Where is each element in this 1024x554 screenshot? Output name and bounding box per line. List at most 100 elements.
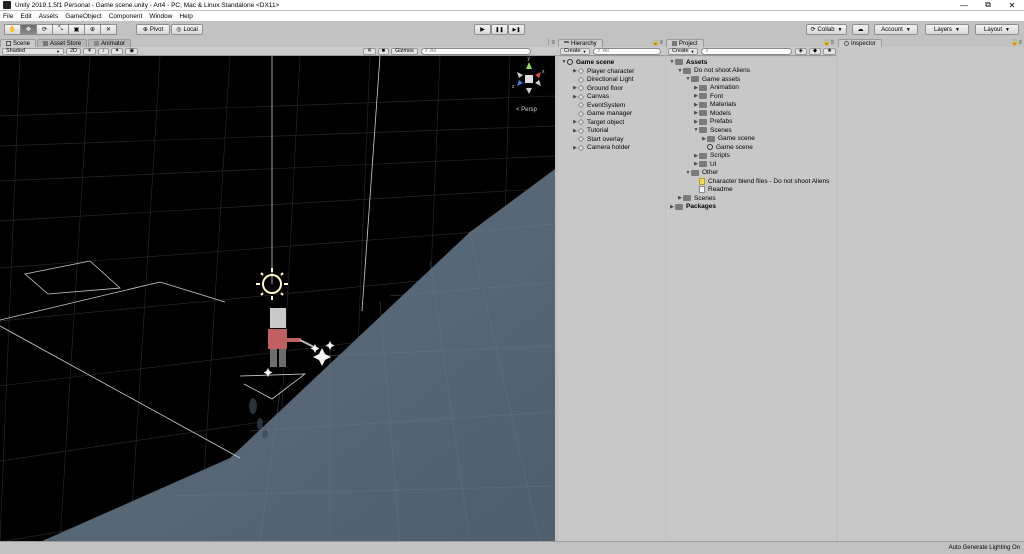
hierarchy-create-dropdown[interactable]: Create ▼ — [560, 47, 591, 55]
menu-gameobject[interactable]: GameObject — [65, 13, 102, 20]
menu-assets[interactable]: Assets — [39, 13, 59, 20]
cloud-button[interactable]: ☁ — [852, 24, 869, 35]
hierarchy-item[interactable]: EventSystem — [572, 101, 625, 109]
project-tree-item[interactable]: ▶ UI — [693, 160, 716, 168]
project-tree-item[interactable]: ▶ Scripts — [693, 152, 730, 160]
tab-asset-store[interactable]: Asset Store — [37, 39, 88, 47]
project-tree-item[interactable]: ▶ Models — [693, 109, 731, 117]
close-button[interactable]: ✕ — [1000, 0, 1024, 10]
menu-file[interactable]: File — [3, 13, 13, 20]
layers-dropdown[interactable]: Layers ▼ — [925, 24, 969, 35]
collab-dropdown[interactable]: ⟳ Collab ▼ — [806, 24, 847, 35]
blend-file-icon — [699, 177, 705, 185]
gizmos-dropdown[interactable]: Gizmos — [391, 47, 418, 55]
project-tree-item[interactable]: ▼ Other — [685, 169, 719, 177]
tab-hierarchy[interactable]: Hierarchy — [558, 39, 603, 47]
scene-orientation-gizmo[interactable]: y x z < Persp — [512, 56, 545, 113]
project-search-input[interactable]: ⌕ — [701, 47, 792, 55]
project-create-dropdown[interactable]: Create ▼ — [668, 47, 699, 55]
hierarchy-item[interactable]: ▶ Ground floor — [572, 84, 623, 92]
tab-scene[interactable]: Scene — [0, 39, 37, 47]
step-button[interactable]: ▶❚ — [508, 24, 525, 35]
menu-help[interactable]: Help — [179, 13, 192, 20]
hierarchy-item[interactable]: ▶ Target object — [572, 118, 624, 126]
camera-settings-button[interactable]: ■ — [377, 47, 390, 55]
scale-tool-button[interactable]: ⤡ — [52, 24, 69, 35]
hierarchy-item[interactable]: ▶ Canvas — [572, 93, 609, 101]
hierarchy-item[interactable]: Directional Light — [572, 76, 634, 84]
audio-toggle[interactable]: ♪ — [97, 47, 109, 55]
menu-edit[interactable]: Edit — [20, 13, 31, 20]
rect-tool-button[interactable]: ▣ — [68, 24, 85, 35]
project-tree-item[interactable]: ▼ Game assets — [685, 75, 741, 83]
minimize-button[interactable]: — — [952, 0, 976, 10]
hierarchy-item-label: Target object — [587, 118, 625, 126]
chevron-down-icon: ▼ — [955, 26, 960, 33]
project-tree-item[interactable]: ▼ Do not shoot Aliens — [677, 67, 751, 75]
panel-menu-icon[interactable]: 🔒≡ — [652, 39, 663, 46]
hierarchy-item[interactable]: ▶ Player character — [572, 67, 634, 75]
hierarchy-item[interactable]: ▶ Camera holder — [572, 144, 630, 152]
chevron-down-icon: ▼ — [905, 26, 911, 33]
panel-menu-icon[interactable]: 🔒≡ — [823, 39, 834, 46]
filter-by-label-button[interactable]: ◆ — [808, 47, 822, 55]
project-tree-item[interactable]: Character blend files - Do not shoot Ali… — [693, 177, 829, 185]
lighting-toggle[interactable]: ☀ — [83, 47, 96, 55]
project-tree-item[interactable]: ▶ Scenes — [677, 194, 716, 202]
project-tree-item[interactable]: ▶ Materials — [693, 101, 736, 109]
project-tree-item[interactable]: ▼ Scenes — [693, 126, 732, 134]
tab-inspector[interactable]: Inspector — [838, 39, 882, 47]
account-dropdown[interactable]: Account ▼ — [874, 24, 918, 35]
perspective-label[interactable]: < Persp — [516, 107, 538, 113]
gameobject-cube-icon — [577, 127, 585, 134]
pause-button[interactable]: ❚❚ — [491, 24, 508, 35]
hidden-objects-toggle[interactable]: ◉ — [125, 47, 139, 55]
tab-asset-store-label: Asset Store — [50, 40, 82, 47]
scene-search-input[interactable]: ⌕ All — [420, 47, 531, 55]
panel-menu-icon[interactable]: 🔒≡ — [1011, 39, 1022, 46]
filter-by-type-button[interactable]: ◈ — [794, 47, 807, 55]
hierarchy-item[interactable]: ▶ Tutorial — [572, 127, 608, 135]
project-tree-item[interactable]: ▶ Game scene — [701, 135, 755, 143]
rotate-tool-button[interactable]: ⟳ — [36, 24, 53, 35]
panel-menu-icon[interactable]: ⋮≡ — [545, 39, 555, 46]
project-tree-item[interactable]: Readme — [693, 186, 733, 194]
project-tree-item[interactable]: ▶ Animation — [693, 84, 739, 92]
effects-dropdown[interactable]: ✦ — [110, 47, 124, 55]
axis-label-z: z — [512, 84, 515, 90]
2d-toggle[interactable]: 2D — [66, 47, 82, 55]
hierarchy-search-input[interactable]: ⌕ All — [593, 47, 662, 55]
hierarchy-item[interactable]: Game manager — [572, 110, 632, 118]
scene-render: y x z < Persp — [0, 56, 555, 542]
hand-tool-button[interactable]: ✋ — [4, 24, 21, 35]
project-tree-item[interactable]: ▶ Font — [693, 92, 723, 100]
menu-window[interactable]: Window — [149, 13, 172, 20]
chevron-down-icon: ▼ — [56, 48, 60, 54]
folder-icon — [699, 127, 707, 133]
hierarchy-scene-root[interactable]: ▼ Game scene — [561, 58, 615, 66]
tab-animator[interactable]: Animator — [88, 39, 132, 47]
maximize-button[interactable]: ⧉ — [976, 0, 1000, 10]
play-button[interactable]: ▶ — [474, 24, 491, 35]
project-tree-item[interactable]: ▶ Prefabs — [693, 118, 732, 126]
tab-project[interactable]: Project — [666, 39, 704, 47]
scene-tools-button[interactable]: ✕ — [363, 47, 376, 55]
layout-dropdown[interactable]: Layout ▼ — [975, 24, 1019, 35]
transform-tool-button[interactable]: ⊕ — [84, 24, 101, 35]
hierarchy-item[interactable]: Start overlay — [572, 135, 624, 143]
layers-label: Layers — [934, 26, 953, 33]
inspector-panel: Inspector 🔒≡ — [838, 38, 1024, 541]
collab-label: Collab — [817, 26, 835, 33]
local-toggle[interactable]: ◎ Local — [171, 24, 203, 35]
pivot-toggle[interactable]: ⊕ Pivot — [136, 24, 170, 35]
favorite-button[interactable]: ★ — [823, 47, 836, 55]
move-tool-button[interactable]: ✥ — [20, 24, 37, 35]
menu-component[interactable]: Component — [109, 13, 143, 20]
custom-tool-button[interactable]: ✕ — [100, 24, 117, 35]
search-icon: ⌕ — [424, 47, 428, 54]
project-tree-item[interactable]: Game scene — [701, 143, 753, 151]
shading-mode-dropdown[interactable]: Shaded ▼ — [2, 47, 64, 55]
project-tree-item[interactable]: ▼ Assets — [669, 58, 708, 66]
scene-viewport[interactable]: y x z < Persp — [0, 56, 555, 542]
project-tree-item[interactable]: ▶ Packages — [669, 203, 716, 211]
